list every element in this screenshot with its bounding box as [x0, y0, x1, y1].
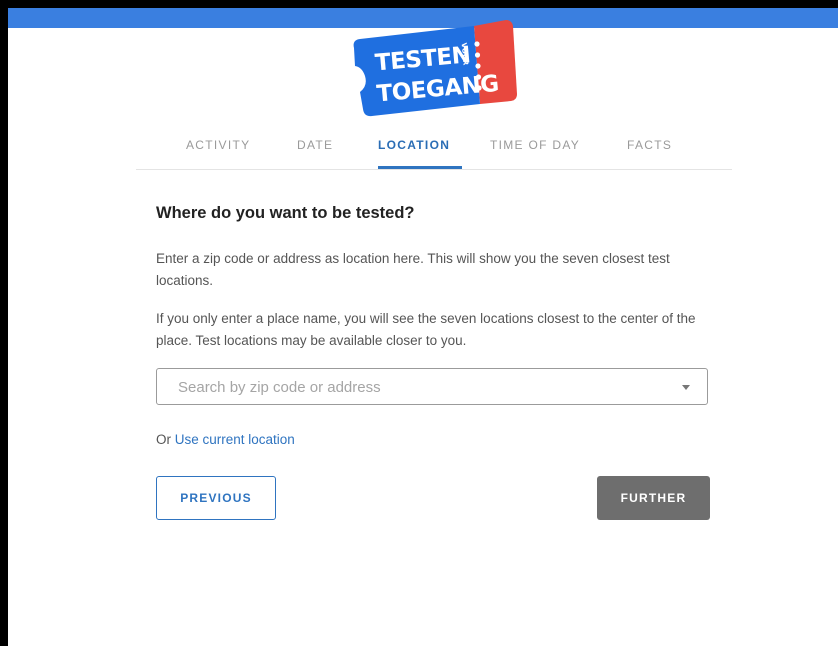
step-facts[interactable]: FACTS — [627, 138, 672, 152]
step-navigation: ACTIVITY DATE LOCATION TIME OF DAY FACTS — [136, 128, 732, 170]
step-location[interactable]: LOCATION — [378, 138, 450, 152]
active-step-indicator — [378, 166, 462, 169]
step-time-of-day[interactable]: TIME OF DAY — [490, 138, 580, 152]
testen-voor-toegang-logo[interactable]: TESTEN TOEGANG VOOR — [346, 12, 522, 122]
logo-graphic: TESTEN TOEGANG VOOR — [353, 20, 517, 117]
current-location-prefix: Or — [156, 432, 175, 447]
previous-button[interactable]: PREVIOUS — [156, 476, 276, 520]
page-title: Where do you want to be tested? — [156, 204, 415, 222]
intro-paragraph: Enter a zip code or address as location … — [156, 251, 670, 288]
browser-viewport: TESTEN TOEGANG VOOR ACTIVITY DATE LOCATI… — [8, 8, 838, 646]
further-button[interactable]: FURTHER — [597, 476, 710, 520]
chevron-down-icon[interactable] — [682, 385, 690, 390]
use-current-location-link[interactable]: Use current location — [175, 432, 295, 447]
step-date[interactable]: DATE — [297, 138, 333, 152]
location-search-select[interactable] — [156, 368, 708, 405]
step-activity[interactable]: ACTIVITY — [186, 138, 250, 152]
hint-paragraph: If you only enter a place name, you will… — [156, 311, 696, 348]
current-location-row: Or Use current location — [156, 432, 295, 447]
location-search-input[interactable] — [178, 377, 658, 397]
